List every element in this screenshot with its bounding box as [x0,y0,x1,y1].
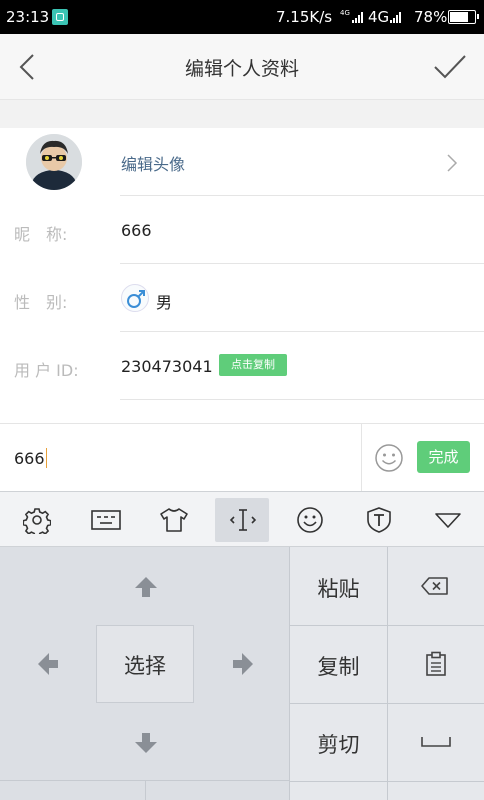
edit-keys: 粘贴 复制 剪切 [290,547,484,800]
cut-key[interactable]: 剪切 [290,704,387,781]
avatar[interactable] [26,134,82,190]
divider [145,780,146,800]
gender-value: 男 [156,293,173,312]
keyboard-toolbar [0,491,484,547]
male-icon [121,284,149,312]
space-key[interactable] [388,704,484,781]
nickname-label: 昵 称: [14,225,68,244]
divider [120,399,484,400]
nav-bar: 编辑个人资料 [0,34,484,100]
done-button[interactable]: 完成 [417,441,470,473]
keyboard-panel: 选择 粘贴 复制 剪切 [0,547,484,800]
select-key[interactable]: 选择 [96,625,194,703]
status-time: 23:13 [6,8,50,26]
skin-icon[interactable] [146,498,200,542]
arrow-down-icon[interactable] [133,729,159,755]
signal-icon [390,11,404,23]
arrow-right-icon[interactable] [229,651,255,677]
cursor-icon[interactable] [215,498,269,542]
nickname-value[interactable]: 666 [121,221,152,240]
avatar-image [26,134,82,190]
gender-row[interactable]: 性 别: 男 [0,264,484,332]
clipboard-key[interactable] [388,626,484,703]
network-type-small: 4G [340,9,350,17]
select-key-label: 选择 [124,654,166,678]
checkmark-icon[interactable] [432,52,468,82]
arrow-up-icon[interactable] [133,575,159,601]
status-bar: 23:13 7.15K/s 4G 4G 78% [0,0,484,34]
gear-icon[interactable] [10,498,64,542]
copy-key[interactable]: 复制 [290,626,387,703]
input-text: 666 [14,449,45,468]
screenshot-app-icon [52,9,68,25]
user-id-label: 用 户 ID: [14,361,79,380]
space-icon [421,737,451,747]
user-id-row: 用 户 ID: 230473041 点击复制 [0,332,484,400]
chevron-right-icon [447,154,458,172]
battery-percent: 78% [414,8,448,26]
keyboard-key[interactable] [388,782,484,800]
copy-key-label: 复制 [317,655,360,679]
edit-avatar-row[interactable]: 编辑头像 [0,128,484,196]
emoji-icon[interactable] [283,498,337,542]
edit-avatar-label: 编辑头像 [121,155,186,174]
gender-label: 性 别: [14,293,68,312]
keyboard-icon[interactable] [78,498,132,542]
signal-icon [352,11,366,23]
backspace-key[interactable] [388,547,484,625]
user-id-value: 230473041 [121,357,213,376]
text-input[interactable]: 666 [0,424,362,492]
copy-id-button[interactable]: 点击复制 [219,354,287,376]
keyboard-key[interactable] [290,782,387,800]
backspace-icon [421,577,448,595]
input-bar: 666 [0,423,484,492]
text-cursor [45,448,48,468]
arrow-left-icon[interactable] [36,651,62,677]
paste-key-label: 粘贴 [317,577,360,601]
battery-fill [450,12,468,22]
paste-key[interactable]: 粘贴 [290,547,387,625]
clipboard-icon [426,651,446,676]
nickname-row[interactable]: 昵 称: 666 [0,196,484,264]
font-icon[interactable] [352,498,406,542]
network-speed: 7.15K/s [276,8,333,26]
collapse-icon[interactable] [420,498,474,542]
cut-key-label: 剪切 [317,733,360,757]
section-gap [0,100,484,128]
network-type: 4G [368,8,390,26]
emoji-icon[interactable] [374,443,404,473]
page-title: 编辑个人资料 [184,58,299,80]
battery-icon [448,10,479,24]
